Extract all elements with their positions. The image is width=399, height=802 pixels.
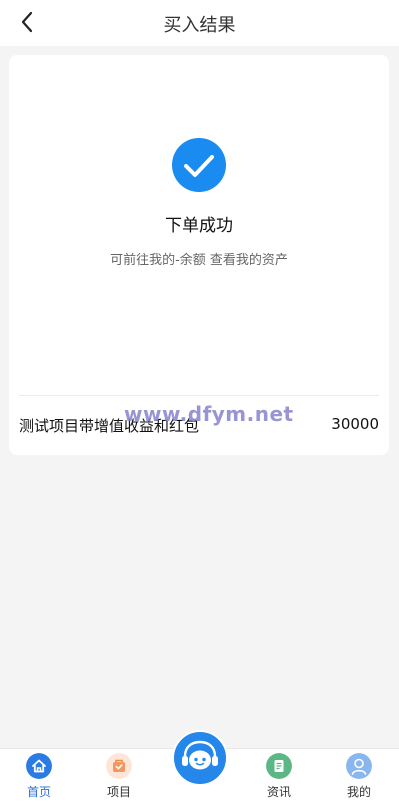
order-amount: 30000 — [331, 415, 379, 433]
tab-mine[interactable]: 我的 — [329, 749, 389, 802]
page-title: 买入结果 — [163, 15, 236, 36]
divider — [19, 395, 379, 396]
home-icon — [26, 753, 52, 779]
project-bag-icon — [106, 753, 132, 779]
tab-project[interactable]: 项目 — [89, 749, 149, 802]
tab-home-label: 首页 — [26, 785, 51, 799]
tab-home[interactable]: 首页 — [9, 749, 69, 802]
header-bar: 买入结果 — [0, 0, 399, 46]
result-title: 下单成功 — [165, 216, 233, 236]
result-description: 可前往我的-余额 查看我的资产 — [110, 253, 288, 268]
tab-mine-label: 我的 — [346, 785, 371, 799]
success-check-icon — [172, 138, 226, 192]
tab-project-label: 项目 — [106, 785, 131, 799]
watermark-text: www.dfym.net — [124, 402, 294, 426]
tab-news[interactable]: 资讯 — [249, 749, 309, 802]
user-avatar-icon — [346, 753, 372, 779]
result-card: 下单成功 可前往我的-余额 查看我的资产 测试项目带增值收益和红包 30000 — [9, 55, 389, 455]
news-document-icon — [266, 753, 292, 779]
tab-news-label: 资讯 — [266, 785, 291, 799]
customer-service-icon[interactable] — [172, 730, 228, 786]
